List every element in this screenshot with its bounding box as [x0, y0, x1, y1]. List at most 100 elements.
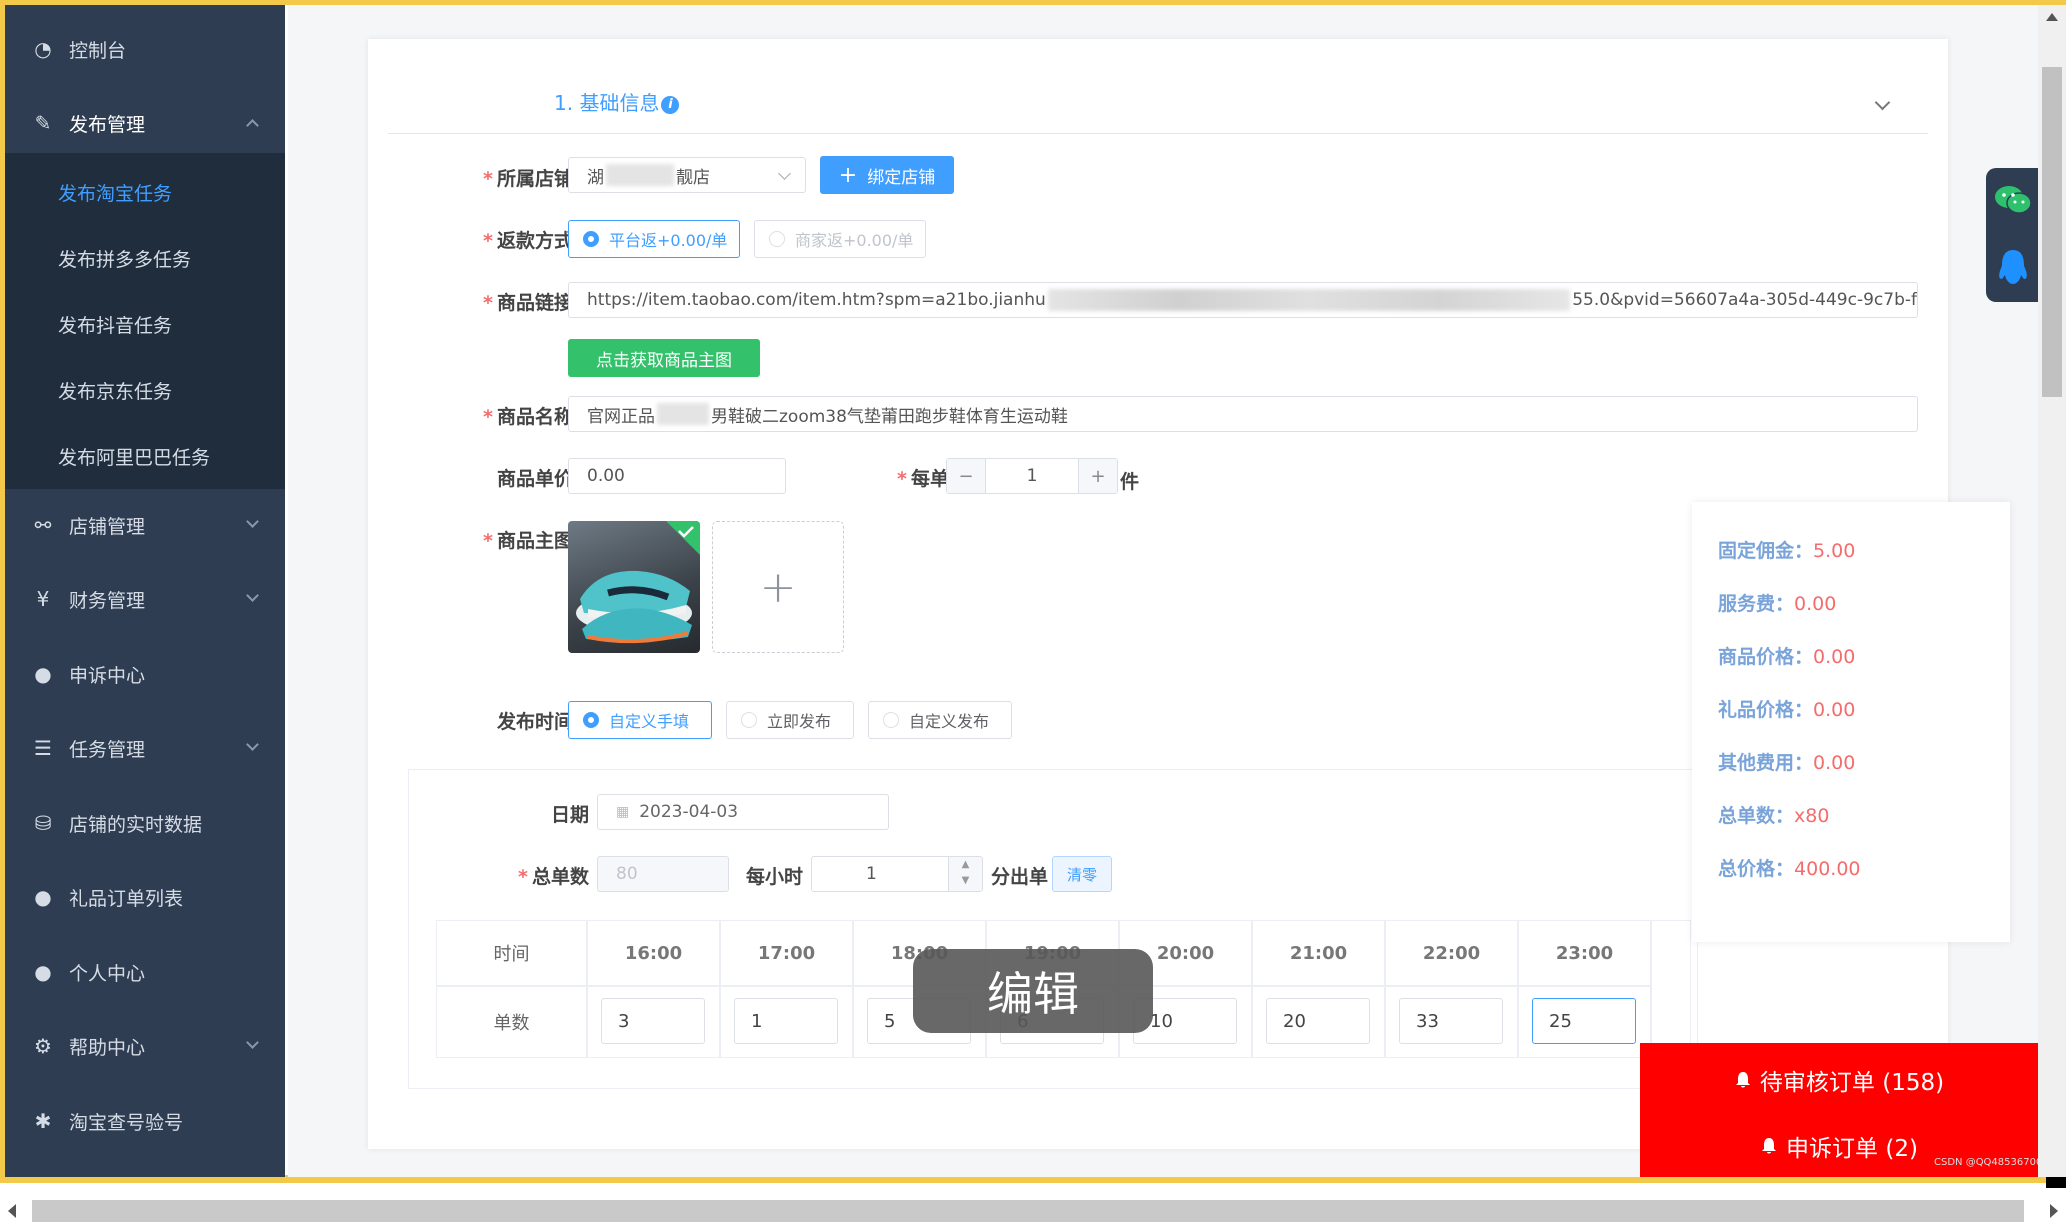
fee-label: 其他费用： — [1718, 752, 1814, 774]
sidebar-item-gift-orders[interactable]: ● 礼品订单列表 — [5, 865, 285, 929]
table-empty-cell — [1651, 920, 1691, 1058]
date-label: 日期 — [550, 804, 589, 826]
product-link-input[interactable]: https://item.taobao.com/item.htm?spm=a21… — [568, 282, 1918, 318]
sidebar-item-tasks[interactable]: ☰ 任务管理 — [5, 716, 285, 780]
publish-custom-fill-radio[interactable]: 自定义手填 — [568, 701, 712, 739]
horizontal-scrollbar[interactable] — [0, 1196, 2066, 1226]
order-count-input[interactable]: 25 — [1532, 998, 1636, 1044]
name-value-suffix: 男鞋破二zoom38气垫莆田跑步鞋体育生运动鞋 — [711, 406, 1068, 427]
plus-button[interactable]: + — [1079, 459, 1117, 493]
fee-value: 0.00 — [1813, 752, 1856, 774]
order-count-input[interactable]: 33 — [1399, 998, 1503, 1044]
fee-row: 礼品价格：0.00 — [1718, 695, 1855, 722]
fee-row: 其他费用：0.00 — [1718, 748, 1855, 775]
clear-button[interactable]: 清零 — [1052, 856, 1112, 892]
radio-label: 自定义手填 — [609, 712, 690, 731]
radio-dot — [883, 712, 899, 728]
pending-orders-alert[interactable]: 待审核订单 (158) — [1640, 1063, 2038, 1097]
sidebar-item-dashboard[interactable]: ◔ 控制台 — [5, 17, 285, 81]
total-orders-input[interactable]: 80 — [597, 856, 729, 892]
gear-icon: ⚙ — [34, 1034, 52, 1058]
bind-store-button[interactable]: + 绑定店铺 — [820, 156, 954, 194]
number-spinner[interactable]: ▲ ▼ — [948, 857, 982, 891]
store-value-prefix: 湖 — [587, 167, 604, 188]
fetch-image-button[interactable]: 点击获取商品主图 — [568, 339, 760, 377]
toast-message: 编辑 — [913, 949, 1153, 1033]
chevron-down-icon — [246, 1036, 259, 1049]
scroll-track[interactable] — [32, 1200, 2024, 1222]
sidebar-item-finance[interactable]: ¥ 财务管理 — [5, 567, 285, 631]
refund-platform-radio[interactable]: 平台返+0.00/单 — [568, 220, 740, 258]
publish-custom-radio[interactable]: 自定义发布 — [868, 701, 1012, 739]
radio-dot — [583, 231, 599, 247]
sidebar-item-label: 申诉中心 — [69, 664, 146, 687]
divider — [388, 133, 1928, 134]
sidebar-item-publish[interactable]: ✎ 发布管理 — [5, 91, 285, 155]
sidebar-item-realtime-data[interactable]: ⛁ 店铺的实时数据 — [5, 791, 285, 855]
main-content: 1. 基础信息 i * 所属店铺 湖 靓店 + 绑定店铺 * 返款方式 平台返+0.00… — [288, 5, 2038, 1177]
per-buy-value[interactable]: 1 — [985, 459, 1079, 493]
user-icon: ● — [34, 885, 52, 909]
sidebar-item-account-check[interactable]: ✱ 淘宝查号验号 — [5, 1089, 285, 1153]
per-hour-input[interactable]: 1 ▲ ▼ — [811, 856, 983, 892]
wechat-icon[interactable] — [1994, 184, 2032, 216]
fee-row: 固定佣金：5.00 — [1718, 536, 1855, 563]
fee-label: 服务费： — [1718, 593, 1795, 615]
vertical-scrollbar[interactable] — [2038, 5, 2066, 1177]
fee-value: 0.00 — [1813, 646, 1856, 668]
sidebar-subitem-taobao[interactable]: 发布淘宝任务 — [58, 179, 172, 206]
refund-merchant-radio[interactable]: 商家返+0.00/单 — [754, 220, 926, 258]
sidebar-item-appeal[interactable]: ● 申诉中心 — [5, 642, 285, 706]
section-title[interactable]: 1. 基础信息 i — [554, 87, 680, 116]
sidebar-item-profile[interactable]: ● 个人中心 — [5, 940, 285, 1004]
fee-label: 总价格： — [1718, 858, 1795, 880]
per-hour-value: 1 — [866, 864, 877, 884]
sidebar-subitem-alibaba[interactable]: 发布阿里巴巴任务 — [58, 443, 210, 470]
name-label: * 商品名称 — [483, 406, 573, 428]
order-count-input[interactable]: 20 — [1266, 998, 1370, 1044]
bind-store-label: 绑定店铺 — [867, 167, 936, 188]
product-image-thumbnail[interactable] — [568, 521, 700, 653]
radio-dot — [769, 231, 785, 247]
bell-icon — [1762, 1138, 1777, 1154]
sidebar-subitem-pdd[interactable]: 发布拼多多任务 — [58, 245, 191, 272]
table-header-cell: 时间 — [436, 920, 587, 986]
order-count-input[interactable]: 3 — [601, 998, 705, 1044]
sidebar-subitem-jd[interactable]: 发布京东任务 — [58, 377, 172, 404]
publish-now-radio[interactable]: 立即发布 — [726, 701, 854, 739]
product-name-input[interactable]: 官网正品 男鞋破二zoom38气垫莆田跑步鞋体育生运动鞋 — [568, 396, 1918, 432]
qq-icon[interactable] — [1996, 248, 2030, 288]
info-icon[interactable]: i — [661, 95, 680, 114]
order-count-input[interactable]: 1 — [734, 998, 838, 1044]
pending-orders-label: 待审核订单 (158) — [1759, 1070, 1945, 1096]
price-input[interactable]: 0.00 — [568, 458, 786, 494]
sidebar-item-store[interactable]: ⚯ 店铺管理 — [5, 493, 285, 557]
radio-label: 自定义发布 — [909, 712, 990, 731]
per-buy-stepper[interactable]: − 1 + — [946, 458, 1118, 494]
upload-image-button[interactable]: + — [712, 521, 844, 653]
redacted-blur — [657, 403, 709, 425]
sidebar-item-label: 发布管理 — [69, 113, 146, 136]
scroll-thumb[interactable] — [2042, 67, 2062, 397]
sidebar-item-help[interactable]: ⚙ 帮助中心 — [5, 1014, 285, 1078]
chevron-down-icon[interactable] — [1874, 94, 1891, 111]
date-picker[interactable]: ▦ 2023-04-03 — [597, 794, 889, 830]
sidebar-item-label: 个人中心 — [69, 962, 146, 985]
publish-submenu: 发布淘宝任务 发布拼多多任务 发布抖音任务 发布京东任务 发布阿里巴巴任务 — [5, 153, 285, 489]
watermark: CSDN @QQ48536700 — [1934, 1157, 2043, 1168]
store-select[interactable]: 湖 靓店 — [568, 157, 806, 193]
sidebar-item-label: 礼品订单列表 — [69, 887, 184, 910]
scroll-up-arrow-icon[interactable] — [2046, 13, 2058, 21]
table-header-cell: 21:00 — [1252, 920, 1385, 986]
refund-label: * 返款方式 — [483, 230, 573, 252]
scroll-left-arrow-icon[interactable] — [8, 1204, 16, 1218]
table-header-cell: 17:00 — [720, 920, 853, 986]
table-header-cell: 16:00 — [587, 920, 720, 986]
radio-label: 平台返+0.00/单 — [609, 231, 728, 250]
schedule-card: 日期 ▦ 2023-04-03 * 总单数 80 每小时 1 ▲ ▼ 分出单 清零 时… — [408, 769, 1698, 1089]
minus-button[interactable]: − — [947, 459, 985, 493]
sidebar-subitem-douyin[interactable]: 发布抖音任务 — [58, 311, 172, 338]
sidebar: ◔ 控制台 ✎ 发布管理 发布淘宝任务 发布拼多多任务 发布抖音任务 发布京东任… — [5, 5, 285, 1177]
fee-label: 总单数： — [1718, 805, 1795, 827]
scroll-right-arrow-icon[interactable] — [2050, 1204, 2058, 1218]
